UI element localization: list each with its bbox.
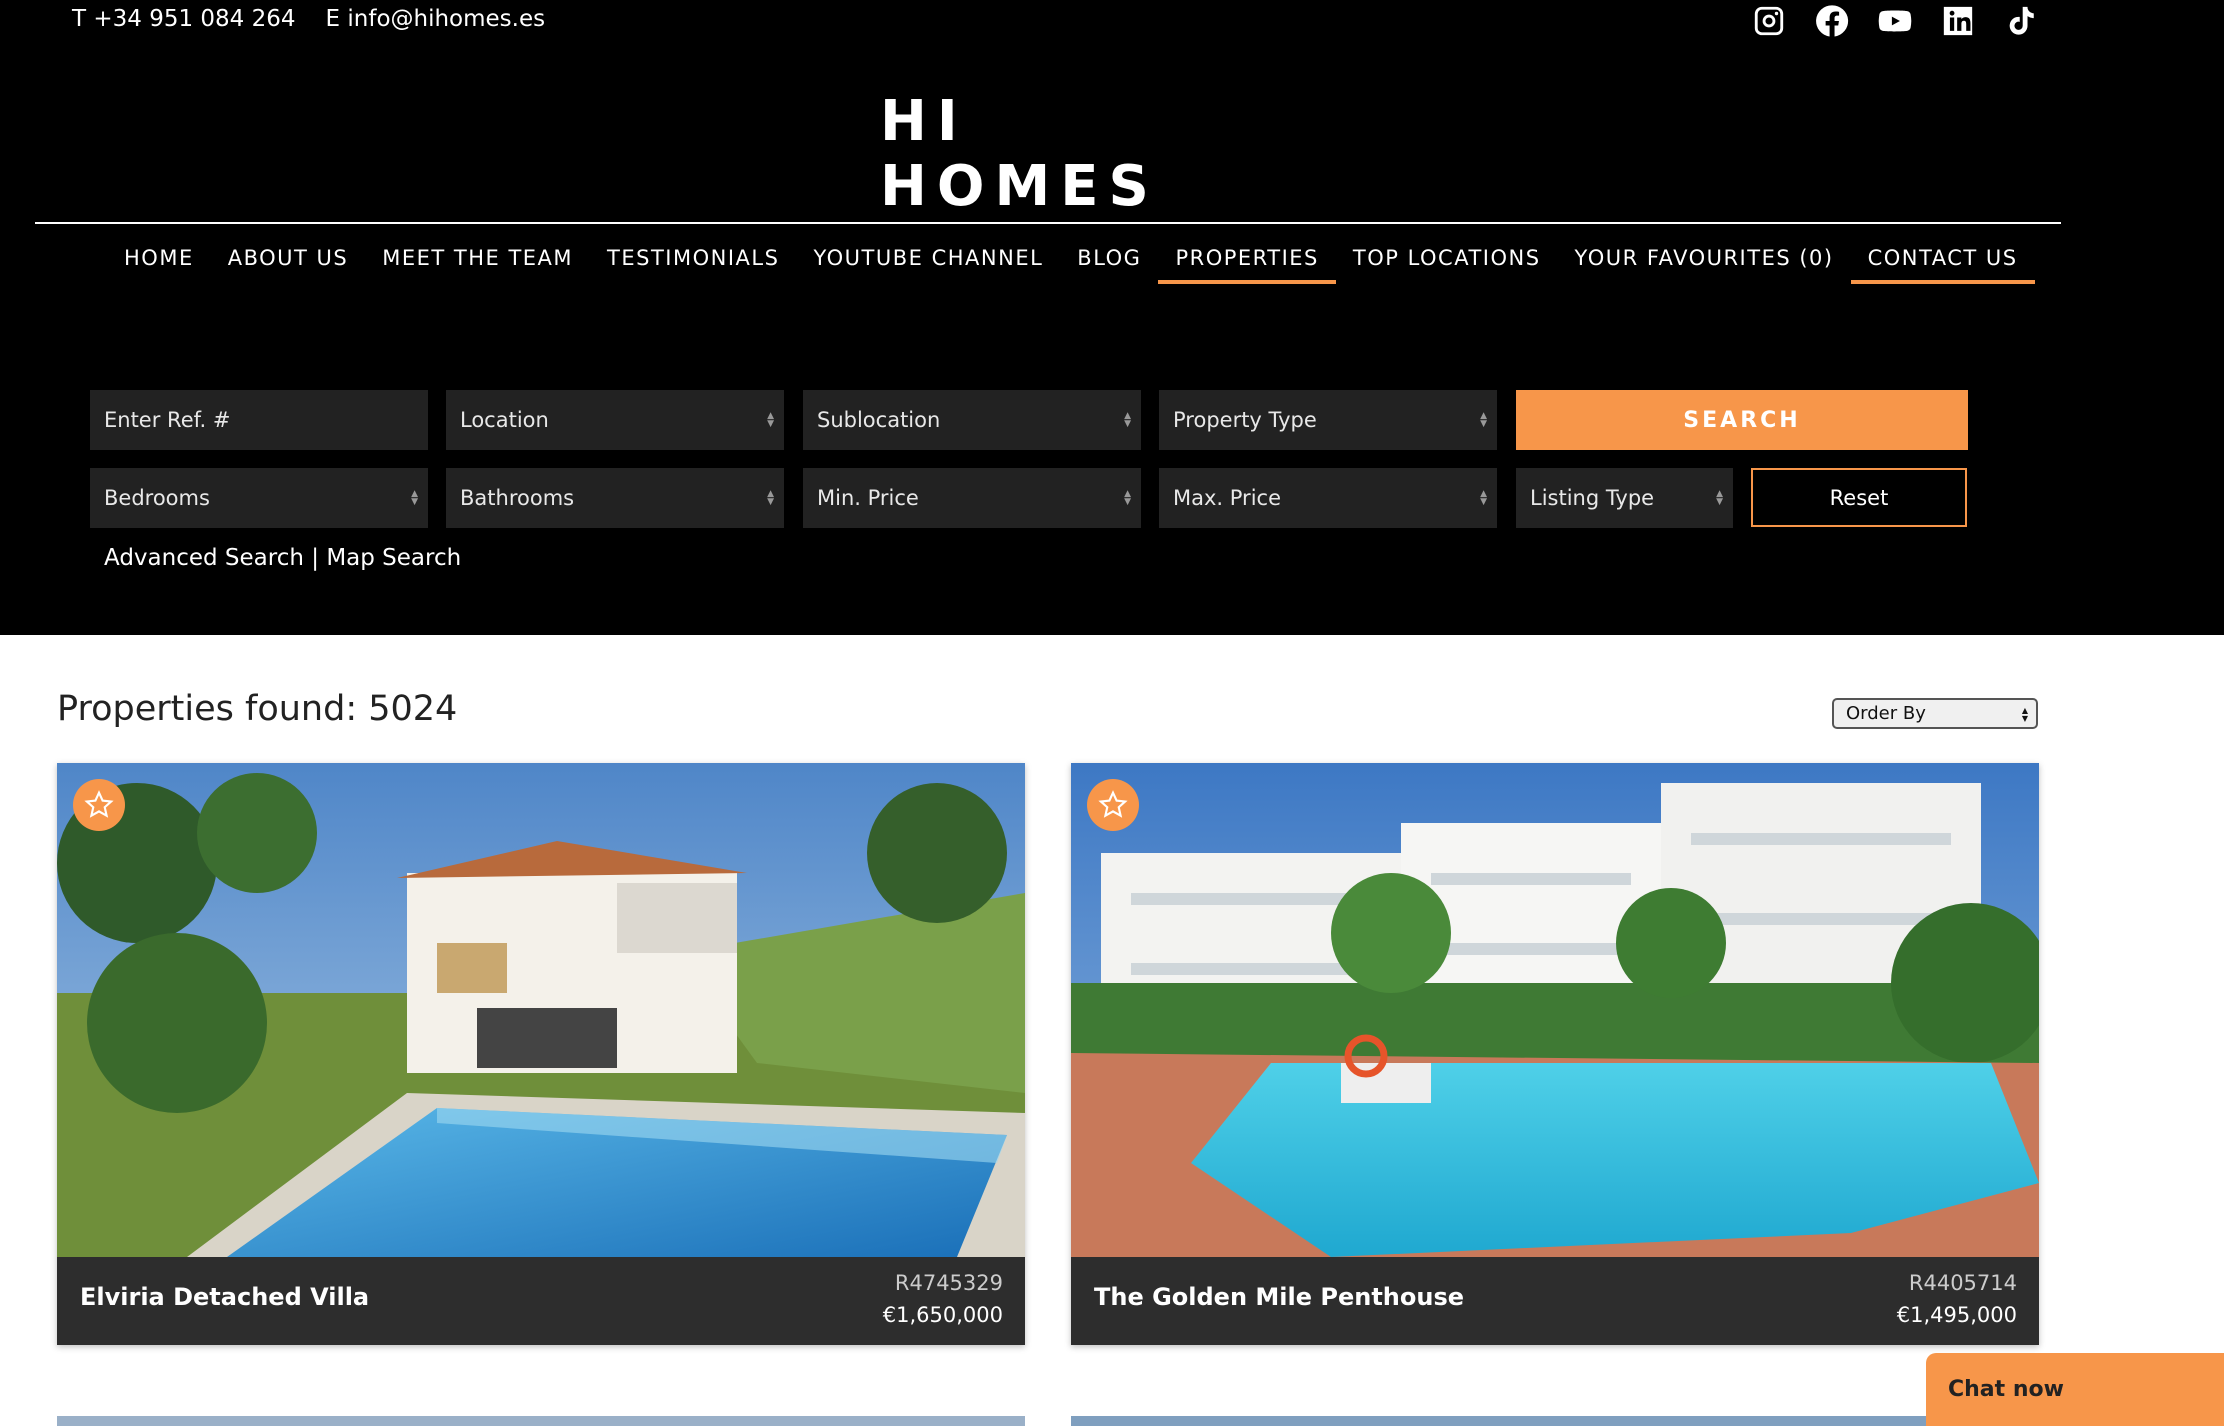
nav-youtube-channel[interactable]: YOUTUBE CHANNEL — [796, 232, 1060, 284]
bedrooms-select[interactable]: Bedrooms ▲ ▼ — [90, 468, 428, 528]
property-type-select-value: Property Type — [1173, 408, 1317, 432]
bathrooms-select[interactable]: Bathrooms ▲ ▼ — [446, 468, 784, 528]
favourite-star-icon[interactable] — [73, 779, 125, 831]
property-price: €1,495,000 — [1896, 1303, 2017, 1327]
youtube-icon[interactable] — [1863, 2, 1926, 40]
nav-blog[interactable]: BLOG — [1060, 232, 1158, 284]
nav-home[interactable]: HOME — [107, 232, 211, 284]
nav-properties[interactable]: PROPERTIES — [1158, 232, 1337, 284]
select-arrows-icon: ▲ ▼ — [2021, 706, 2028, 723]
bedrooms-select-value: Bedrooms — [104, 486, 210, 510]
property-price: €1,650,000 — [882, 1303, 1003, 1327]
advanced-search-link[interactable]: Advanced Search — [104, 545, 304, 571]
nav-top-locations[interactable]: TOP LOCATIONS — [1336, 232, 1558, 284]
select-arrows-icon: ▲ ▼ — [1124, 489, 1131, 507]
reset-button[interactable]: Reset — [1751, 468, 1967, 527]
property-info-bar: Elviria Detached Villa R4745329 €1,650,0… — [57, 1257, 1025, 1345]
select-arrows-icon: ▲ ▼ — [1480, 489, 1487, 507]
social-links — [1737, 2, 2052, 40]
property-card[interactable]: Elviria Detached Villa R4745329 €1,650,0… — [57, 763, 1025, 1345]
villa-pool-image — [57, 763, 1025, 1257]
select-arrows-icon: ▲ ▼ — [411, 489, 418, 507]
site-header: T +34 951 084 264 E info@hihomes.es HI H… — [0, 0, 2224, 635]
listing-type-select[interactable]: Listing Type ▲ ▼ — [1516, 468, 1733, 528]
nav-divider — [35, 222, 2061, 224]
search-links: Advanced Search | Map Search — [104, 545, 461, 571]
search-button[interactable]: SEARCH — [1516, 390, 1968, 450]
instagram-icon[interactable] — [1737, 2, 1800, 40]
property-title[interactable]: The Golden Mile Penthouse — [1094, 1283, 1464, 1311]
properties-found-count: Properties found: 5024 — [57, 689, 458, 729]
max-price-select-value: Max. Price — [1173, 486, 1281, 510]
property-card[interactable]: The Golden Mile Penthouse R4405714 €1,49… — [1071, 763, 2039, 1345]
nav-meet-the-team[interactable]: MEET THE TEAM — [365, 232, 590, 284]
penthouse-pool-image — [1071, 763, 2039, 1257]
select-arrows-icon: ▲ ▼ — [1480, 411, 1487, 429]
property-info-bar: The Golden Mile Penthouse R4405714 €1,49… — [1071, 1257, 2039, 1345]
property-type-select[interactable]: Property Type ▲ ▼ — [1159, 390, 1497, 450]
min-price-select[interactable]: Min. Price ▲ ▼ — [803, 468, 1141, 528]
map-search-link[interactable]: Map Search — [326, 545, 461, 571]
facebook-icon[interactable] — [1800, 2, 1863, 40]
main-nav: HOME ABOUT US MEET THE TEAM TESTIMONIALS… — [107, 232, 2035, 284]
select-arrows-icon: ▲ ▼ — [1716, 489, 1723, 507]
sublocation-select-value: Sublocation — [817, 408, 941, 432]
select-arrows-icon: ▲ ▼ — [767, 411, 774, 429]
order-by-value: Order By — [1846, 703, 1926, 724]
listing-type-select-value: Listing Type — [1530, 486, 1655, 510]
max-price-select[interactable]: Max. Price ▲ ▼ — [1159, 468, 1497, 528]
favourite-star-icon[interactable] — [1087, 779, 1139, 831]
ref-input-placeholder: Enter Ref. # — [104, 408, 231, 432]
property-title[interactable]: Elviria Detached Villa — [80, 1283, 369, 1311]
email-link[interactable]: E info@hihomes.es — [326, 6, 546, 32]
property-ref: R4405714 — [1908, 1271, 2017, 1295]
link-separator: | — [303, 545, 327, 571]
location-select[interactable]: Location ▲ ▼ — [446, 390, 784, 450]
contact-info: T +34 951 084 264 E info@hihomes.es — [72, 6, 545, 32]
property-card-partial[interactable] — [1071, 1416, 2039, 1426]
chat-now-button[interactable]: Chat now — [1926, 1353, 2224, 1426]
site-logo[interactable]: HI HOMES — [880, 89, 1216, 219]
bathrooms-select-value: Bathrooms — [460, 486, 575, 510]
select-arrows-icon: ▲ ▼ — [767, 489, 774, 507]
tiktok-icon[interactable] — [1989, 2, 2052, 40]
min-price-select-value: Min. Price — [817, 486, 919, 510]
nav-contact-us[interactable]: CONTACT US — [1850, 232, 2035, 284]
phone-link[interactable]: T +34 951 084 264 — [72, 6, 296, 32]
nav-testimonials[interactable]: TESTIMONIALS — [590, 232, 796, 284]
linkedin-icon[interactable] — [1926, 2, 1989, 40]
property-photo[interactable] — [1071, 763, 2039, 1257]
sublocation-select[interactable]: Sublocation ▲ ▼ — [803, 390, 1141, 450]
location-select-value: Location — [460, 408, 549, 432]
nav-your-favourites[interactable]: YOUR FAVOURITES (0) — [1558, 232, 1851, 284]
select-arrows-icon: ▲ ▼ — [1124, 411, 1131, 429]
property-photo[interactable] — [57, 763, 1025, 1257]
property-ref: R4745329 — [894, 1271, 1003, 1295]
nav-about-us[interactable]: ABOUT US — [211, 232, 366, 284]
ref-input[interactable]: Enter Ref. # — [90, 390, 428, 450]
property-card-partial[interactable] — [57, 1416, 1025, 1426]
order-by-select[interactable]: Order By ▲ ▼ — [1832, 698, 2038, 729]
